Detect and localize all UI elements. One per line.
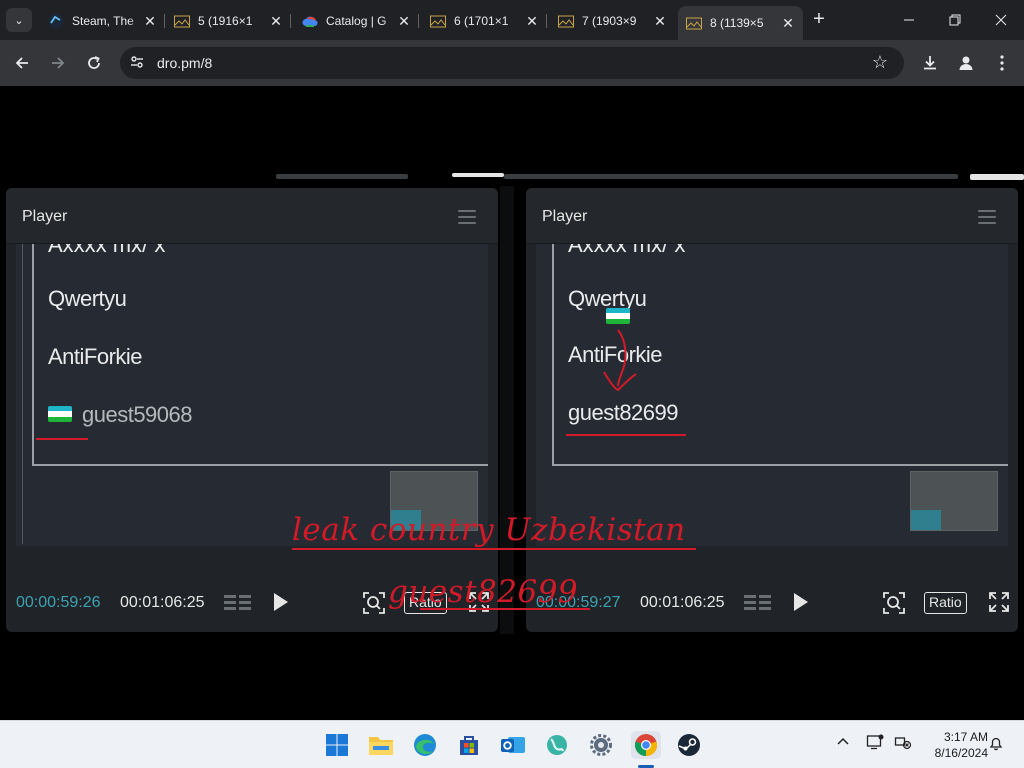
image-folder-icon [174,13,190,29]
video-screen[interactable]: Axxxx mx/ x Qwertyu AntiForkie guest8269… [536,244,1008,546]
annotation-underline [36,438,88,440]
clipped-name: Axxxx mx/ x [48,244,166,257]
windows-start-icon[interactable] [323,731,351,759]
close-icon[interactable]: ✕ [269,13,283,30]
forward-button[interactable] [44,49,72,77]
tab-search-button[interactable]: ⌄ [6,8,32,32]
annotation-text: guest82699 [388,574,579,610]
browser-toolbar: dro.pm/8 ☆ [0,40,1024,86]
player-header: Player [526,188,1018,244]
address-bar[interactable]: dro.pm/8 ☆ [120,47,904,79]
player-header: Player [6,188,498,244]
uzbekistan-flag-icon [48,406,72,422]
url-text: dro.pm/8 [157,55,213,71]
hamburger-menu-icon[interactable] [458,210,476,224]
menu-kebab-button[interactable] [988,49,1016,77]
annotation-underline [566,434,686,436]
minimize-button[interactable] [886,0,932,40]
current-time: 00:00:59:26 [16,594,101,611]
annotation-arrow-icon [603,329,637,392]
image-folder-icon [686,15,702,31]
tab-steam[interactable]: Steam, The ✕ [40,6,165,36]
total-time: 00:01:06:25 [640,594,725,611]
browser-tab-bar: ⌄ Steam, The ✕ 5 (1916×1 ✕ Catalog | G ✕… [0,0,1024,40]
close-icon[interactable]: ✕ [143,13,157,30]
file-explorer-icon[interactable] [367,731,395,759]
zoom-icon[interactable] [882,591,906,615]
reload-button[interactable] [80,49,108,77]
chevron-down-icon: ⌄ [14,14,24,27]
site-settings-icon[interactable] [128,54,146,72]
chapters-icon[interactable] [224,592,252,614]
image-folder-icon [430,13,446,29]
close-icon[interactable]: ✕ [781,15,795,32]
player-name: guest82699 [568,400,679,425]
annotation-underline [292,548,696,550]
play-icon[interactable] [274,593,288,611]
notification-bell-icon[interactable] [988,735,1004,754]
video-screen[interactable]: Axxxx mx/ x Qwertyu AntiForkie guest5906… [16,244,488,546]
hamburger-menu-icon[interactable] [978,210,996,224]
display-icon[interactable] [866,734,884,753]
system-clock[interactable]: 3:17 AM 8/16/2024 [918,729,988,761]
steam-icon [48,13,64,29]
annotation-underline [420,608,590,610]
divider [452,173,504,177]
image-folder-icon [558,13,574,29]
windows-taskbar: 3:17 AM 8/16/2024 [0,720,1024,768]
outlook-icon[interactable] [499,731,527,759]
fullscreen-icon[interactable] [988,591,1010,613]
settings-icon[interactable] [587,731,615,759]
player-name: Qwertyu [48,286,127,311]
clock-time: 3:17 AM [943,730,988,744]
clock-date: 8/16/2024 [934,746,988,760]
tab-image-5[interactable]: 5 (1916×1 ✕ [166,6,291,36]
uzbekistan-flag-icon [606,308,630,324]
tab-catalog[interactable]: Catalog | G ✕ [294,6,419,36]
chrome-icon[interactable] [631,731,661,759]
new-tab-button[interactable]: + [806,8,832,32]
bookmark-star-icon[interactable]: ☆ [872,52,888,73]
minimap-thumbnail [910,471,998,531]
window-close-button[interactable] [978,0,1024,40]
total-time: 00:01:06:25 [120,594,205,611]
edge-icon[interactable] [411,731,439,759]
ratio-button[interactable]: Ratio [924,592,967,614]
annotation-text: leak country Uzbekistan [292,512,686,548]
tab-image-6[interactable]: 6 (1701×1 ✕ [422,6,547,36]
google-cloud-icon [302,13,318,29]
clipped-name: Axxxx mx/ x [568,244,686,257]
restore-button[interactable] [932,0,978,40]
divider [276,174,408,179]
player-title: Player [22,208,68,225]
player-left: Player Axxxx mx/ x Qwertyu AntiForkie gu… [6,188,498,632]
player-right: Player Axxxx mx/ x Qwertyu AntiForkie gu… [526,188,1018,632]
tab-image-7[interactable]: 7 (1903×9 ✕ [550,6,675,36]
chevron-up-icon[interactable] [836,735,850,752]
downloads-button[interactable] [916,49,944,77]
close-icon[interactable]: ✕ [653,13,667,30]
close-icon[interactable]: ✕ [525,13,539,30]
microsoft-store-icon[interactable] [455,731,483,759]
profile-button[interactable] [952,49,980,77]
steam-icon[interactable] [675,731,703,759]
tab-image-8[interactable]: 8 (1139×5 ✕ [678,6,803,40]
zoom-icon[interactable] [362,591,386,615]
player-controls: 00:00:59:27 00:01:06:25 Ratio [526,586,1018,620]
divider [970,174,1024,180]
network-disconnected-icon[interactable] [894,734,912,753]
close-icon[interactable]: ✕ [397,13,411,30]
page-content: Player Axxxx mx/ x Qwertyu AntiForkie gu… [0,86,1024,720]
play-icon[interactable] [794,593,808,611]
back-button[interactable] [8,49,36,77]
player-title: Player [542,208,588,225]
divider [500,186,514,634]
divider [22,244,23,544]
chapters-icon[interactable] [744,592,772,614]
maps-icon[interactable] [543,731,571,759]
player-name: AntiForkie [48,344,143,369]
player-name: guest59068 [82,402,193,427]
divider [504,174,958,179]
